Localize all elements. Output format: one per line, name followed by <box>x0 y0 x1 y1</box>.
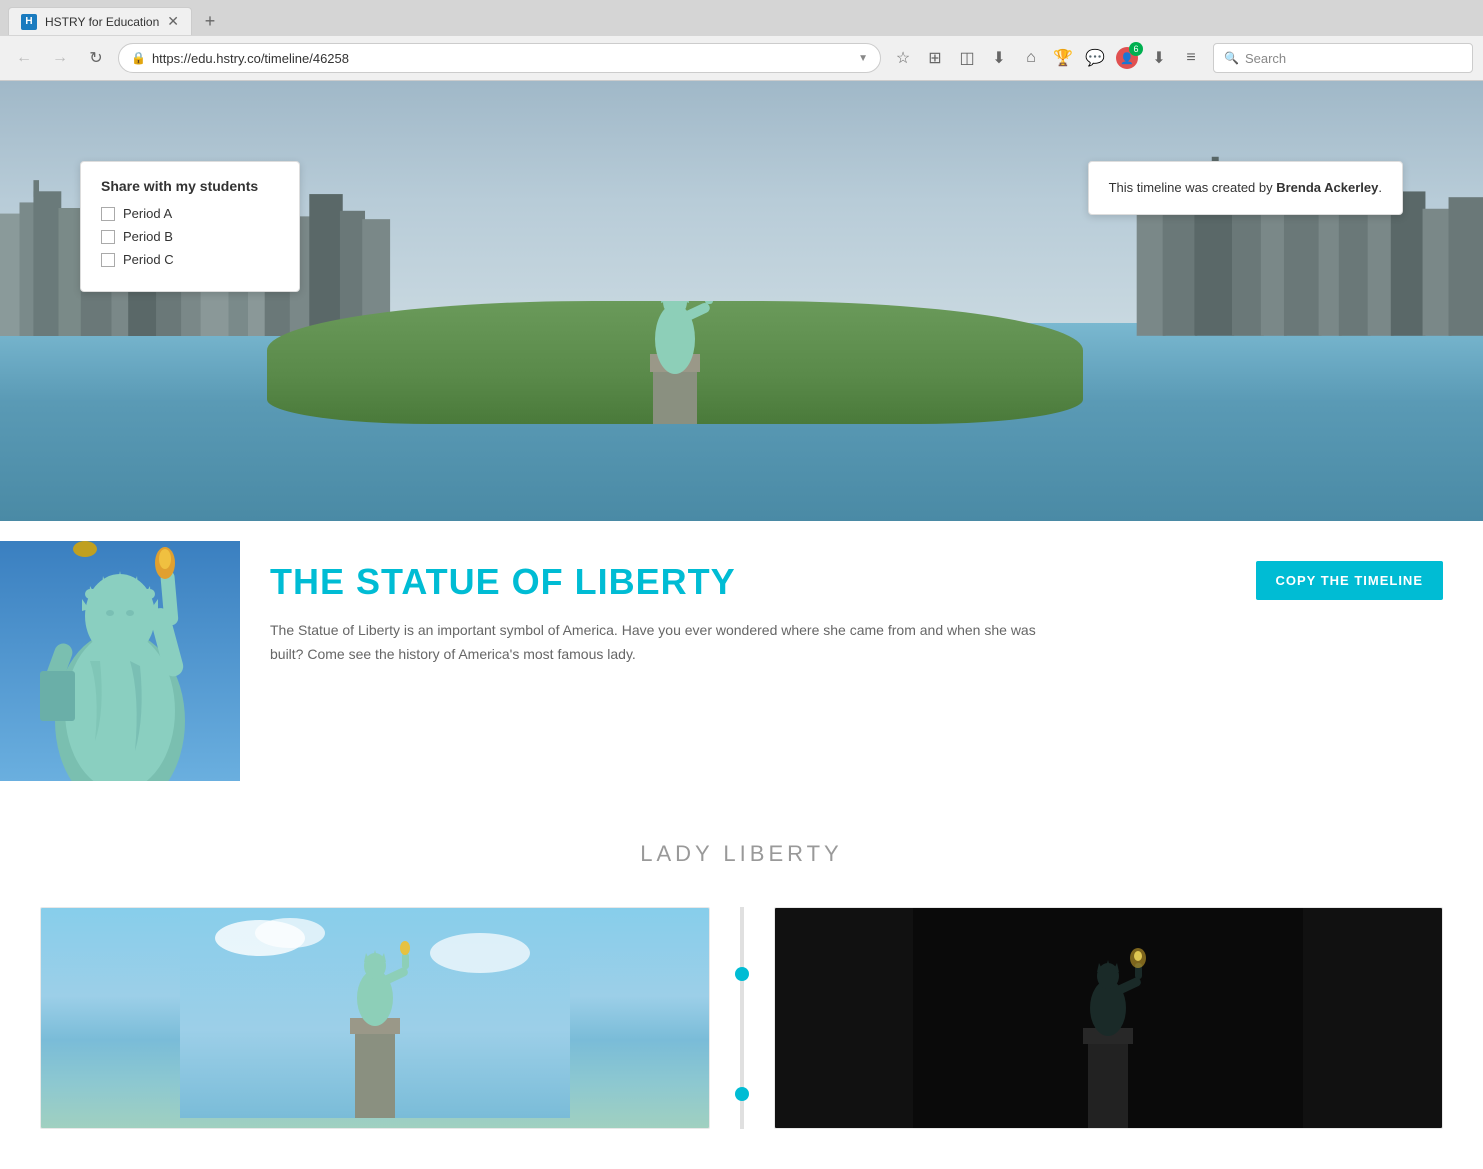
timeline-section: LADY LIBERTY <box>0 801 1483 1169</box>
creator-text-prefix: This timeline was created by <box>1109 180 1277 195</box>
share-option-period-c[interactable]: Period C <box>101 252 279 267</box>
period-b-checkbox[interactable] <box>101 230 115 244</box>
timeline-dot-bottom <box>735 1087 749 1101</box>
creator-info: This timeline was created by Brenda Acke… <box>1109 178 1382 198</box>
tab-bar: H HSTRY for Education ✕ + <box>0 0 1483 36</box>
liberty-island <box>267 301 1083 424</box>
share-popup: Share with my students Period A Period B… <box>80 161 300 292</box>
copy-timeline-button[interactable]: COPY THE TIMELINE <box>1256 561 1444 600</box>
timeline-description: The Statue of Liberty is an important sy… <box>270 619 1050 667</box>
timeline-statue-art <box>180 907 570 1118</box>
timeline-dot-top <box>735 967 749 981</box>
timeline-card-right <box>774 907 1444 1129</box>
bookmark-star-icon[interactable]: ☆ <box>889 44 917 72</box>
creator-name: Brenda Ackerley <box>1276 180 1378 195</box>
nav-icons: ☆ ⊞ ◫ ⬇ ⌂ 🏆 💬 👤 6 ⬇ ≡ <box>889 44 1205 72</box>
url-dropdown-icon[interactable]: ▼ <box>858 53 868 64</box>
period-a-label: Period A <box>123 206 172 221</box>
tab-favicon: H <box>21 14 37 30</box>
statue-thumbnail <box>0 541 240 781</box>
hero-section: Share with my students Period A Period B… <box>0 81 1483 521</box>
nav-bar: ← → ↻ 🔒 https://edu.hstry.co/timeline/46… <box>0 36 1483 80</box>
timeline-dark-art <box>913 908 1303 1128</box>
notification-badge: 6 <box>1129 42 1143 56</box>
url-text: https://edu.hstry.co/timeline/46258 <box>152 51 852 66</box>
period-a-checkbox[interactable] <box>101 207 115 221</box>
search-bar[interactable]: 🔍 Search <box>1213 43 1473 73</box>
title-section: THE STATUE OF LIBERTY The Statue of Libe… <box>0 521 1483 801</box>
search-icon: 🔍 <box>1224 51 1239 65</box>
share-option-period-a[interactable]: Period A <box>101 206 279 221</box>
new-tab-button[interactable]: + <box>196 7 224 35</box>
lock-icon: 🔒 <box>131 51 146 65</box>
statue-closeup-art <box>0 541 240 781</box>
reader-mode-icon[interactable]: ⊞ <box>921 44 949 72</box>
hero-background <box>0 81 1483 521</box>
timeline-left-column <box>40 907 740 1129</box>
timeline-image-dark <box>775 908 1443 1128</box>
period-c-label: Period C <box>123 252 174 267</box>
active-tab[interactable]: H HSTRY for Education ✕ <box>8 7 192 35</box>
search-input-placeholder: Search <box>1245 51 1286 66</box>
download2-icon[interactable]: ⬇ <box>1145 44 1173 72</box>
share-popup-title: Share with my students <box>101 178 279 194</box>
chat-icon[interactable]: 💬 <box>1081 44 1109 72</box>
creator-text-suffix: . <box>1378 180 1382 195</box>
url-bar[interactable]: 🔒 https://edu.hstry.co/timeline/46258 ▼ <box>118 43 881 73</box>
pocket-icon[interactable]: ◫ <box>953 44 981 72</box>
timeline-card-left <box>40 907 710 1129</box>
creator-popup: This timeline was created by Brenda Acke… <box>1088 161 1403 215</box>
timeline-vertical-line <box>740 907 744 1129</box>
profile-icon[interactable]: 👤 6 <box>1113 44 1141 72</box>
timeline-right-column <box>744 907 1444 1129</box>
timeline-content-row <box>0 907 1483 1129</box>
tab-title: HSTRY for Education <box>45 15 159 29</box>
download-icon[interactable]: ⬇ <box>985 44 1013 72</box>
section-title: LADY LIBERTY <box>0 841 1483 867</box>
period-c-checkbox[interactable] <box>101 253 115 267</box>
browser-chrome: H HSTRY for Education ✕ + ← → ↻ 🔒 https:… <box>0 0 1483 81</box>
trophy-icon[interactable]: 🏆 <box>1049 44 1077 72</box>
refresh-button[interactable]: ↻ <box>82 44 110 72</box>
timeline-image-statue <box>41 908 709 1128</box>
tab-close-button[interactable]: ✕ <box>167 13 179 30</box>
share-option-period-b[interactable]: Period B <box>101 229 279 244</box>
back-button[interactable]: ← <box>10 44 38 72</box>
forward-button[interactable]: → <box>46 44 74 72</box>
period-b-label: Period B <box>123 229 173 244</box>
home-icon[interactable]: ⌂ <box>1017 44 1045 72</box>
page-content: Share with my students Period A Period B… <box>0 81 1483 1169</box>
menu-button[interactable]: ≡ <box>1177 44 1205 72</box>
statue-silhouette <box>615 301 735 424</box>
